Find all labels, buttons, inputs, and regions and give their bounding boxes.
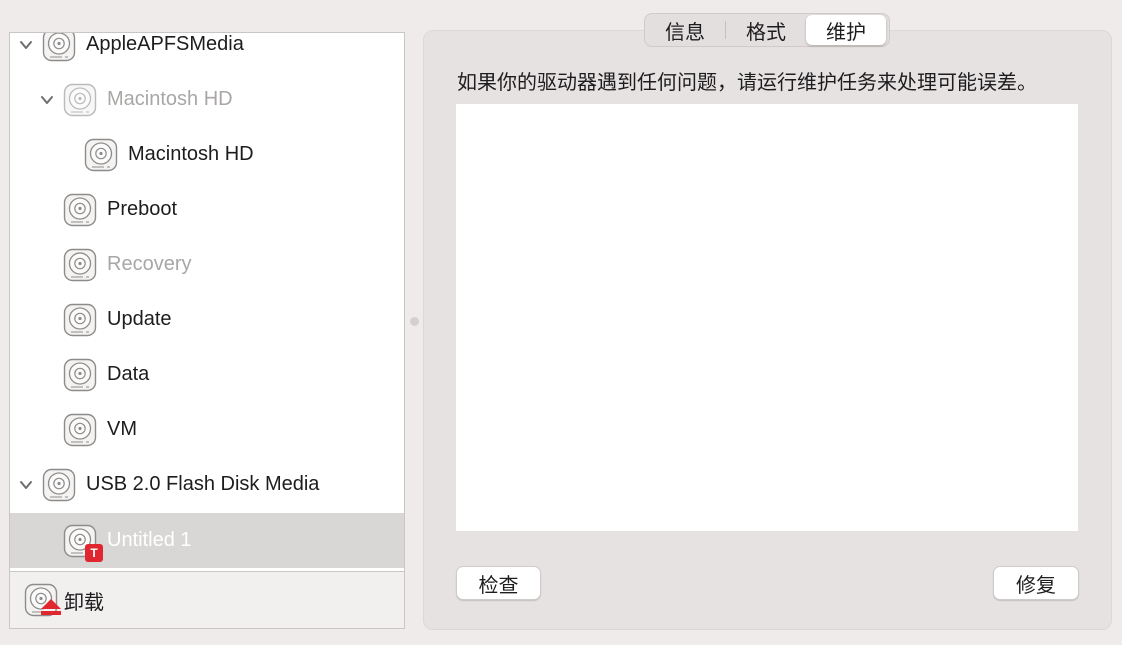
sidebar-item-label: Untitled 1 [107, 529, 192, 551]
maintenance-log-area[interactable] [456, 104, 1078, 531]
chevron-down-icon[interactable] [18, 37, 34, 53]
check-button[interactable]: 检查 [456, 566, 541, 600]
disk-icon [63, 248, 97, 282]
split-view-handle[interactable] [410, 317, 419, 326]
disk-icon [63, 358, 97, 392]
sidebar-item-label: Update [107, 308, 172, 330]
sidebar-item-vm[interactable]: VM [10, 402, 404, 457]
disk-icon [63, 303, 97, 337]
disk-icon [42, 33, 76, 62]
disk-icon [63, 413, 97, 447]
sidebar-item-update[interactable]: Update [10, 292, 404, 347]
sidebar-item-usb-flash-disk[interactable]: USB 2.0 Flash Disk Media [10, 457, 404, 512]
chevron-down-icon[interactable] [39, 92, 55, 108]
sidebar-item-label: AppleAPFSMedia [86, 33, 244, 55]
sidebar-item-untitled-1[interactable]: T Untitled 1 [10, 513, 404, 568]
sidebar-item-data[interactable]: Data [10, 347, 404, 402]
chevron-down-icon[interactable] [18, 477, 34, 493]
sidebar-item-preboot[interactable]: Preboot [10, 182, 404, 237]
disk-icon [63, 83, 97, 117]
unmount-label: 卸载 [64, 591, 104, 614]
segmented-tabs: 信息 格式 维护 [644, 13, 890, 47]
sidebar-item-label: VM [107, 418, 137, 440]
sidebar-item-label: USB 2.0 Flash Disk Media [86, 473, 320, 495]
badge-icon: T [85, 543, 103, 562]
sidebar-item-label: Preboot [107, 198, 178, 220]
disk-icon [24, 583, 61, 617]
tab-format[interactable]: 格式 [726, 15, 806, 45]
sidebar-item-recovery[interactable]: Recovery [10, 237, 404, 292]
repair-button[interactable]: 修复 [993, 566, 1079, 600]
sidebar-item-appleapfsmedia[interactable]: AppleAPFSMedia [10, 33, 404, 72]
sidebar-item-label: Recovery [107, 253, 192, 275]
maintenance-hint: 如果你的驱动器遇到任何问题，请运行维护任务来处理可能误差。 [457, 72, 1037, 94]
disk-tree: AppleAPFSMedia Macintosh HD Macintosh HD… [10, 33, 404, 570]
disk-icon [84, 138, 118, 172]
unmount-button[interactable]: 卸载 [10, 571, 404, 628]
sidebar-item-label: Macintosh HD [107, 88, 233, 110]
eject-icon [41, 599, 61, 615]
tab-maintenance[interactable]: 维护 [806, 15, 886, 45]
disk-icon [42, 468, 76, 502]
sidebar: AppleAPFSMedia Macintosh HD Macintosh HD… [9, 32, 405, 629]
sidebar-item-label: Macintosh HD [128, 143, 254, 165]
disk-icon: T [63, 524, 103, 562]
sidebar-item-macintosh-hd-container[interactable]: Macintosh HD [10, 72, 404, 127]
sidebar-item-macintosh-hd[interactable]: Macintosh HD [10, 127, 404, 182]
sidebar-item-label: Data [107, 363, 150, 385]
disk-icon [63, 193, 97, 227]
tab-info[interactable]: 信息 [645, 15, 725, 45]
